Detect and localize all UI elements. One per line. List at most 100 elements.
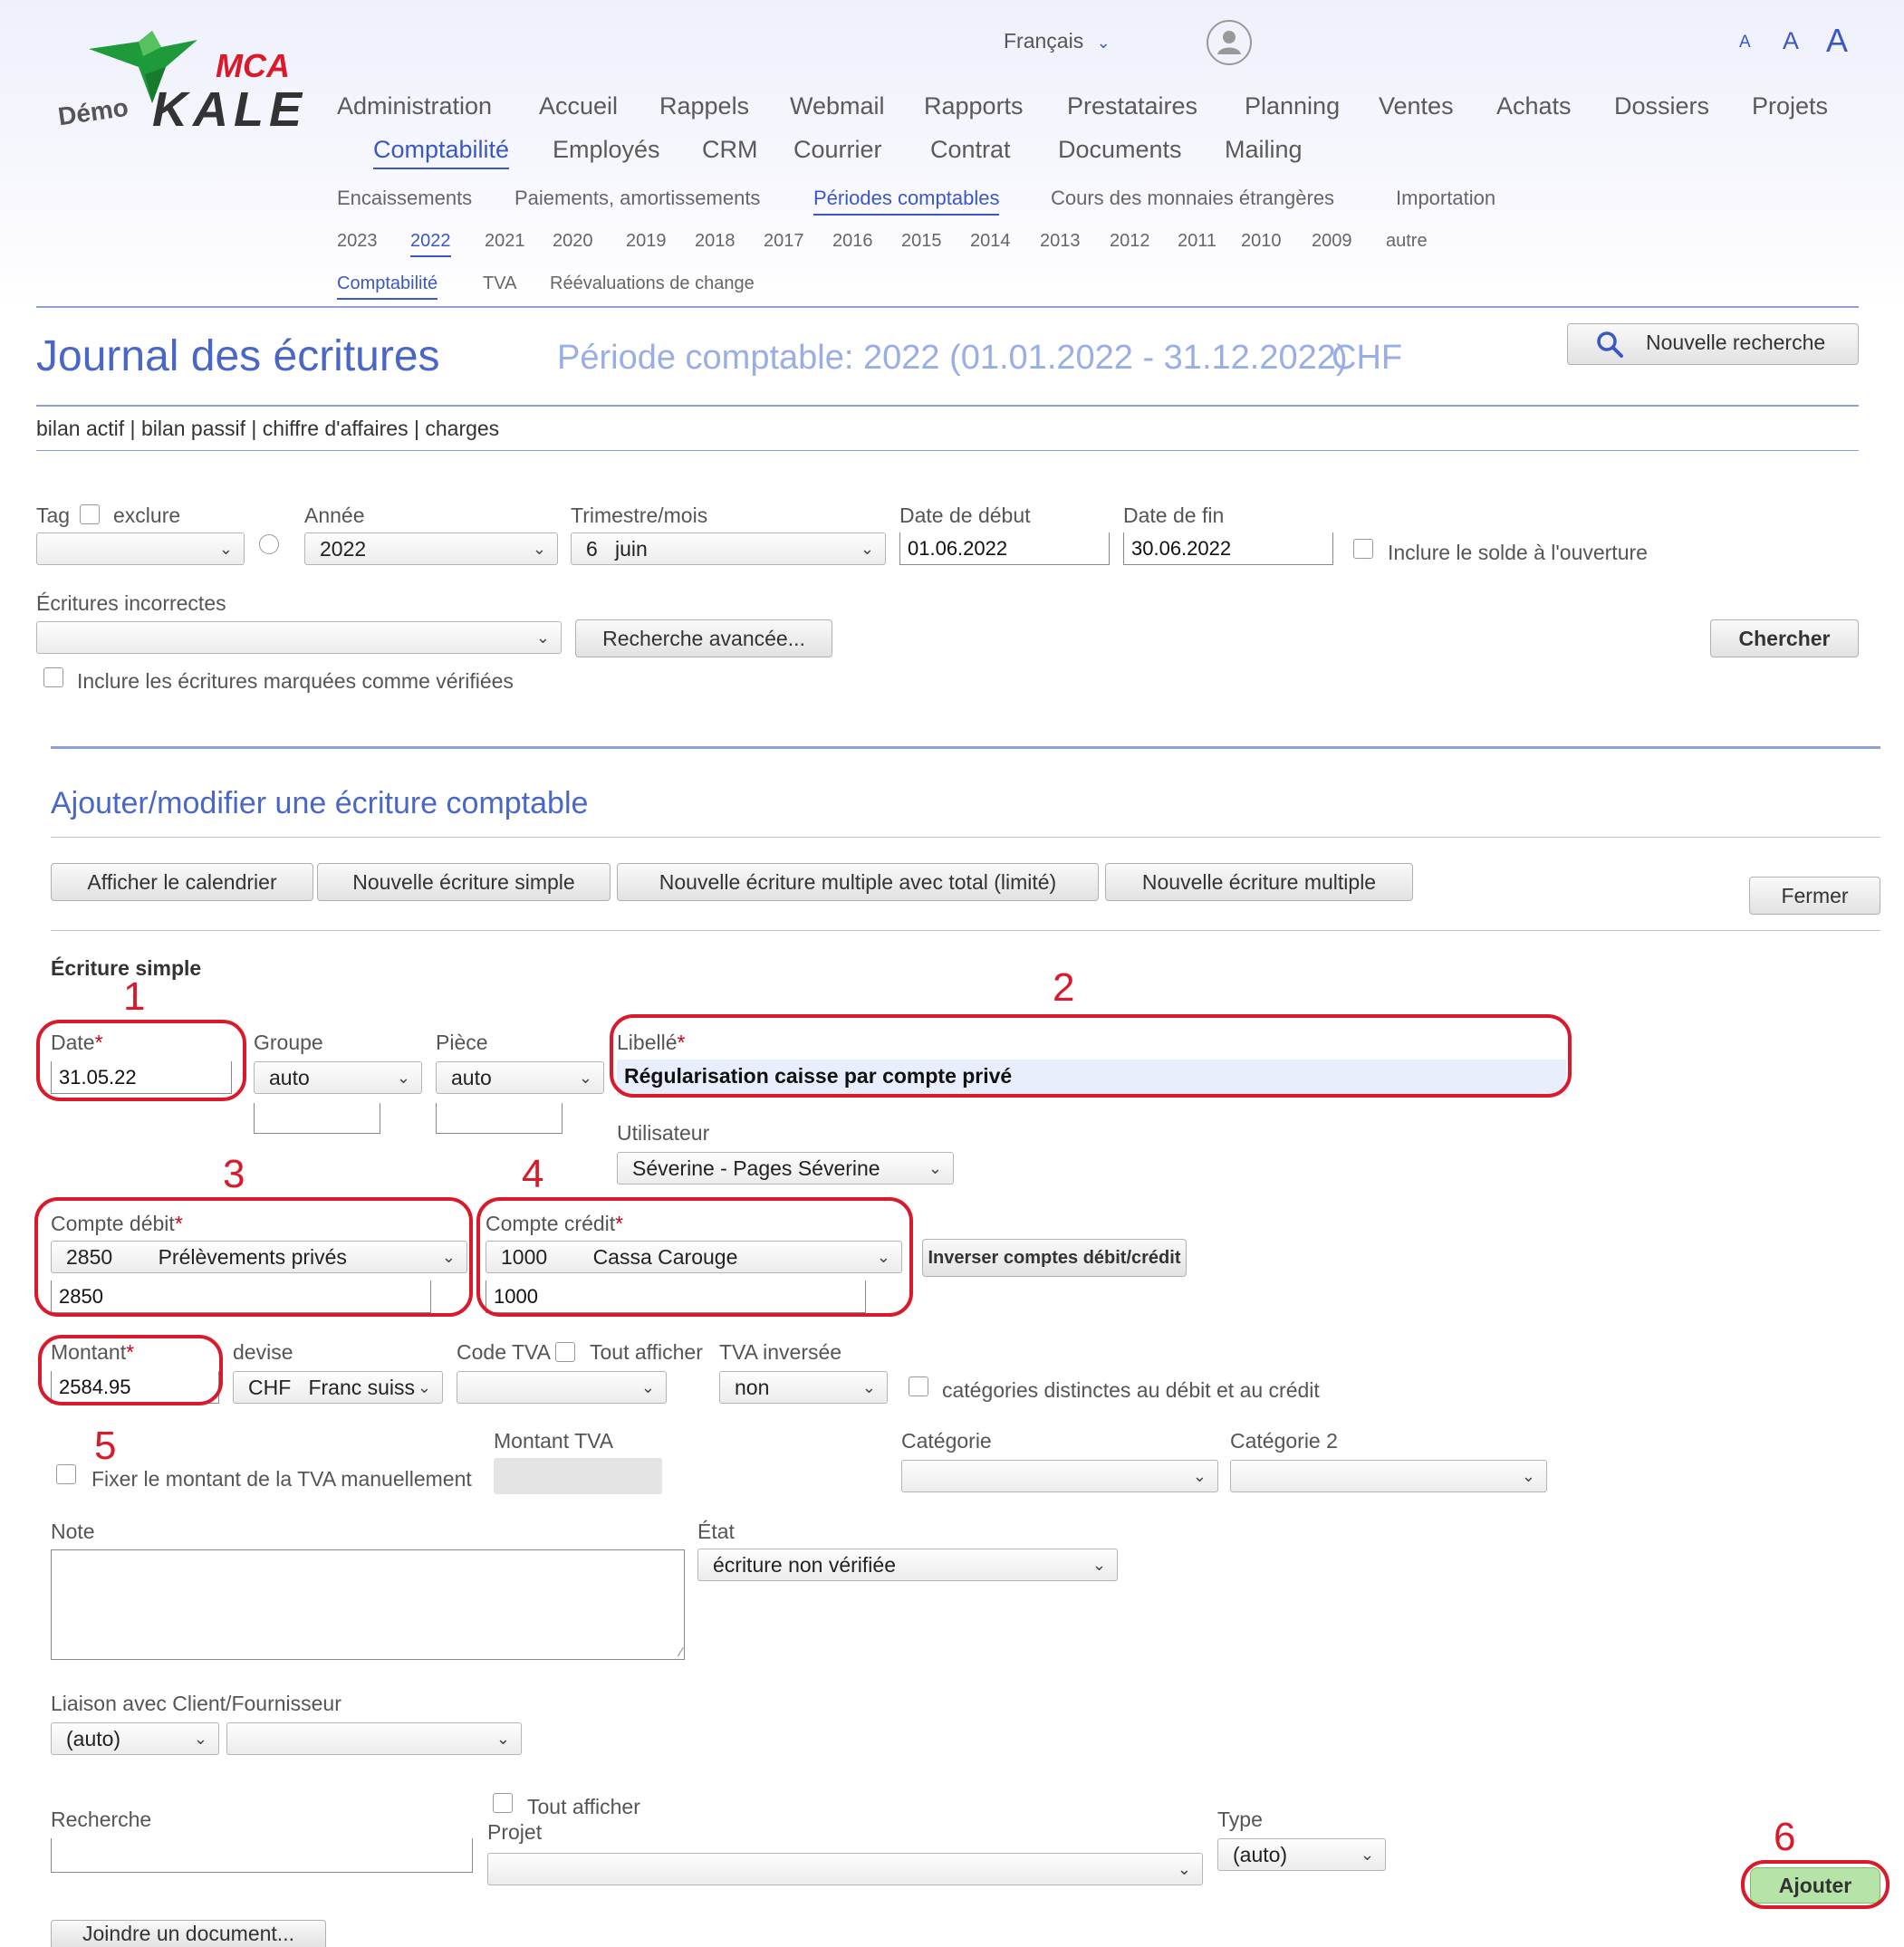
note-textarea[interactable]: ∕ (51, 1549, 685, 1660)
year-2017[interactable]: 2017 (764, 231, 804, 252)
new-simple-entry-button[interactable]: Nouvelle écriture simple (317, 863, 611, 901)
nav-courrier[interactable]: Courrier (793, 136, 882, 164)
year-2020[interactable]: 2020 (553, 231, 593, 252)
logo-name: KALE (152, 82, 307, 137)
nav-prestataires[interactable]: Prestataires (1067, 92, 1197, 120)
show-all-vat-checkbox[interactable] (555, 1342, 575, 1362)
year-2023[interactable]: 2023 (337, 231, 378, 252)
new-search-button[interactable]: Nouvelle recherche (1567, 323, 1859, 365)
include-verified-checkbox[interactable] (43, 667, 63, 687)
note-label: Note (51, 1520, 95, 1543)
year-2022[interactable]: 2022 (410, 231, 451, 257)
year-2013[interactable]: 2013 (1040, 231, 1081, 252)
nav-accueil[interactable]: Accueil (539, 92, 618, 120)
tab-reevaluations[interactable]: Réévaluations de change (550, 273, 755, 294)
link-chiffre-affaires[interactable]: chiffre d'affaires (263, 417, 409, 440)
category2-select[interactable]: ⌄ (1230, 1460, 1547, 1492)
year-2019[interactable]: 2019 (626, 231, 667, 252)
separate-categories-checkbox[interactable] (909, 1376, 928, 1396)
logo[interactable]: MCA Démo KALE (54, 27, 326, 137)
font-size-medium[interactable]: A (1783, 27, 1799, 55)
year-2016[interactable]: 2016 (832, 231, 873, 252)
nav-planning[interactable]: Planning (1245, 92, 1340, 120)
link-partner-type-value: (auto) (66, 1727, 121, 1750)
exclude-checkbox[interactable] (80, 504, 100, 524)
period-select[interactable]: 6 juin ⌄ (571, 532, 886, 565)
nav-dossiers[interactable]: Dossiers (1614, 92, 1709, 120)
nav-administration[interactable]: Administration (337, 92, 492, 120)
year-2021[interactable]: 2021 (485, 231, 525, 252)
piece-label: Pièce (436, 1031, 488, 1054)
font-size-small[interactable]: A (1739, 33, 1751, 53)
link-charges[interactable]: charges (425, 417, 499, 440)
link-bilan-passif[interactable]: bilan passif (141, 417, 245, 440)
tab-tva[interactable]: TVA (483, 273, 516, 294)
show-all-projects-checkbox[interactable] (493, 1793, 513, 1813)
year-2018[interactable]: 2018 (695, 231, 736, 252)
nav-comptabilite[interactable]: Comptabilité (373, 136, 510, 169)
link-bilan-actif[interactable]: bilan actif (36, 417, 124, 440)
group-input[interactable] (254, 1103, 380, 1134)
new-multiple-total-entry-button[interactable]: Nouvelle écriture multiple avec total (l… (617, 863, 1099, 901)
year-2010[interactable]: 2010 (1241, 231, 1282, 252)
search-button[interactable]: Chercher (1710, 619, 1859, 657)
nav-rapports[interactable]: Rapports (924, 92, 1024, 120)
language-selector[interactable]: Français ⌄ (1004, 29, 1111, 53)
project-search-input[interactable] (51, 1838, 473, 1873)
user-select[interactable]: Séverine - Pages Séverine ⌄ (617, 1152, 954, 1185)
nav-rappels[interactable]: Rappels (659, 92, 749, 120)
project-select[interactable]: ⌄ (487, 1853, 1203, 1885)
avatar[interactable] (1207, 20, 1252, 65)
year-autre[interactable]: autre (1386, 231, 1428, 252)
vat-reverse-select[interactable]: non ⌄ (719, 1371, 888, 1404)
nav-mailing[interactable]: Mailing (1225, 136, 1303, 164)
nav-contrat[interactable]: Contrat (930, 136, 1011, 164)
year-2012[interactable]: 2012 (1110, 231, 1150, 252)
subnav-encaissements[interactable]: Encaissements (337, 187, 472, 210)
group-select[interactable]: auto ⌄ (254, 1061, 422, 1094)
end-date-input[interactable]: 30.06.2022 (1123, 532, 1333, 565)
nav-documents[interactable]: Documents (1058, 136, 1182, 164)
subnav-cours[interactable]: Cours des monnaies étrangères (1051, 187, 1334, 210)
nav-achats[interactable]: Achats (1496, 92, 1572, 120)
opening-balance-checkbox[interactable] (1353, 539, 1373, 559)
attach-document-button[interactable]: Joindre un document... (51, 1920, 326, 1947)
manual-vat-checkbox[interactable] (56, 1464, 76, 1484)
category-select[interactable]: ⌄ (901, 1460, 1218, 1492)
chevron-down-icon: ⌄ (218, 540, 233, 558)
nav-crm[interactable]: CRM (702, 136, 758, 164)
subnav-importation[interactable]: Importation (1396, 187, 1495, 210)
state-select[interactable]: écriture non vérifiée ⌄ (697, 1549, 1118, 1581)
year-2009[interactable]: 2009 (1312, 231, 1352, 252)
vat-code-select[interactable]: ⌄ (457, 1371, 667, 1404)
tag-radio[interactable] (259, 534, 279, 554)
tab-comptabilite[interactable]: Comptabilité (337, 273, 438, 300)
nav-ventes[interactable]: Ventes (1379, 92, 1454, 120)
link-partner-select[interactable]: ⌄ (226, 1722, 522, 1755)
advanced-search-button[interactable]: Recherche avancée... (575, 619, 832, 657)
nav-webmail[interactable]: Webmail (790, 92, 885, 120)
group-label: Groupe (254, 1031, 323, 1054)
show-calendar-button[interactable]: Afficher le calendrier (51, 863, 313, 901)
new-multiple-entry-button[interactable]: Nouvelle écriture multiple (1105, 863, 1413, 901)
nav-projets[interactable]: Projets (1752, 92, 1828, 120)
start-date-input[interactable]: 01.06.2022 (899, 532, 1110, 565)
subnav-paiements[interactable]: Paiements, amortissements (514, 187, 760, 210)
type-select[interactable]: (auto) ⌄ (1217, 1838, 1386, 1871)
font-size-large[interactable]: A (1826, 22, 1848, 60)
swap-accounts-button[interactable]: Inverser comptes débit/crédit (922, 1239, 1187, 1277)
year-2011[interactable]: 2011 (1178, 231, 1216, 252)
currency-select[interactable]: CHF Franc suiss ⌄ (233, 1371, 443, 1404)
subnav-periodes[interactable]: Périodes comptables (813, 187, 1000, 216)
year-2015[interactable]: 2015 (901, 231, 942, 252)
piece-select[interactable]: auto ⌄ (436, 1061, 604, 1094)
nav-employes[interactable]: Employés (553, 136, 660, 164)
opening-balance-label: Inclure le solde à l'ouverture (1388, 541, 1648, 564)
tag-select[interactable]: ⌄ (36, 532, 245, 565)
piece-input[interactable] (436, 1103, 563, 1134)
close-button[interactable]: Fermer (1749, 877, 1880, 915)
year-select[interactable]: 2022 ⌄ (304, 532, 558, 565)
link-partner-type-select[interactable]: (auto) ⌄ (51, 1722, 219, 1755)
year-2014[interactable]: 2014 (970, 231, 1011, 252)
incorrect-entries-select[interactable]: ⌄ (36, 621, 562, 654)
